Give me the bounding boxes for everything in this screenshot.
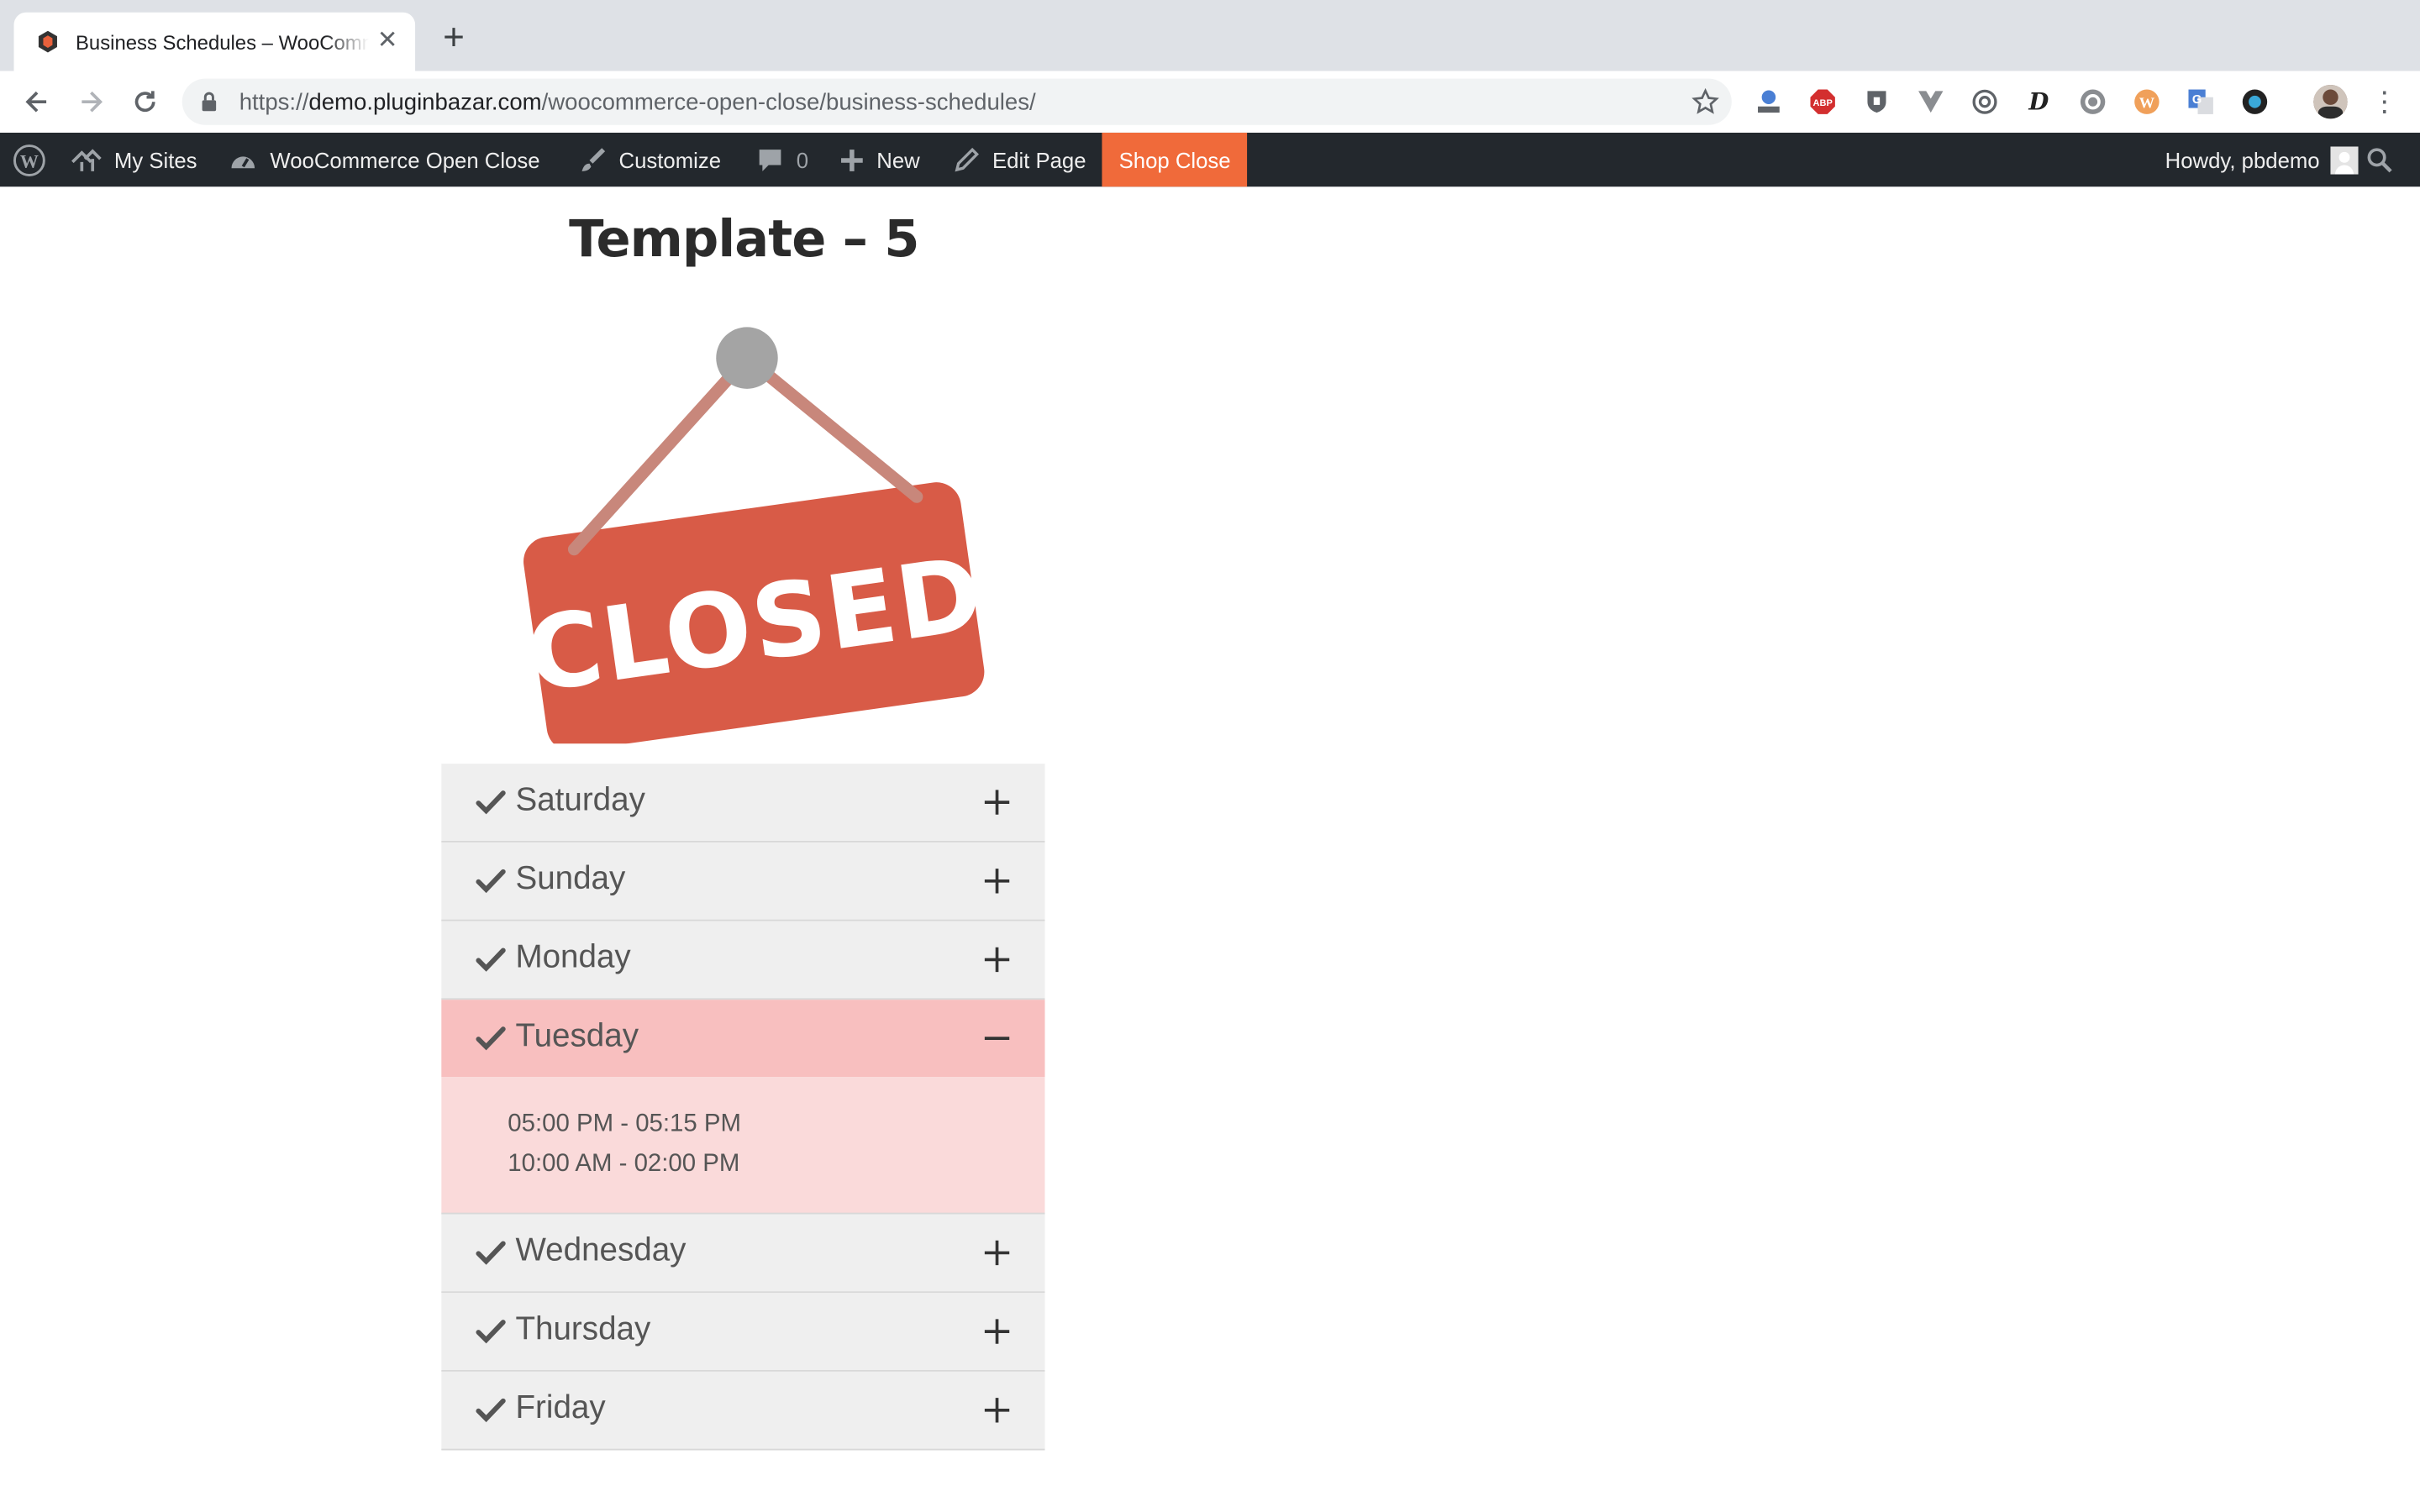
browser-window: Business Schedules – WooCommerce Open Cl… [0,0,2420,1512]
expand-plus-icon[interactable] [983,863,1011,900]
google-translate-icon[interactable]: G [2187,88,2215,116]
time-slot: 10:00 AM - 02:00 PM [508,1151,740,1178]
howdy-label: Howdy, pbdemo [2165,147,2320,172]
time-slot: 05:00 PM - 05:15 PM [508,1110,741,1137]
edit-page-link[interactable]: Edit Page [954,133,1086,186]
shop-close-button[interactable]: Shop Close [1102,132,1248,187]
browser-tab[interactable]: Business Schedules – WooCommerce Open Cl… [13,12,416,71]
day-label: Wednesday [515,1232,687,1268]
browser-toolbar: https://demo.pluginbazar.com/woocommerce… [0,71,2420,133]
day-label: Tuesday [515,1018,639,1054]
checkmark-icon [476,869,506,894]
day-label: Saturday [515,782,645,818]
user-account-menu[interactable]: Howdy, pbdemo [2165,133,2359,186]
my-sites-menu[interactable]: My Sites [71,133,197,186]
svg-text:D: D [2028,88,2049,115]
pencil-icon [955,147,979,172]
day-label: Friday [515,1389,606,1426]
expand-plus-icon[interactable] [983,1313,1011,1350]
extension-download-icon[interactable] [1754,88,1782,116]
profile-avatar[interactable] [2313,85,2348,119]
profile-photo-icon [2313,85,2348,119]
brush-icon [581,147,606,171]
schedule-panel-tuesday: 05:00 PM - 05:15 PM 10:00 AM - 02:00 PM [441,1077,1045,1215]
day-label: Sunday [515,860,626,897]
reload-icon[interactable] [129,87,160,118]
color-picker-icon[interactable] [2241,88,2269,116]
search-icon [2367,148,2392,173]
comments-count: 0 [796,147,809,172]
bookmark-star-icon[interactable] [1691,87,1719,116]
forward-icon[interactable] [76,87,107,118]
browser-menu-icon[interactable]: ⋮ [2370,87,2398,118]
my-sites-icon [71,148,102,171]
day-label: Thursday [515,1311,651,1347]
svg-text:ABP: ABP [1813,98,1833,108]
page-title: Template – 5 [569,207,919,269]
grammarly-icon[interactable] [2079,88,2107,116]
lock-icon [202,92,217,112]
schedule-row-wednesday[interactable]: Wednesday [441,1214,1045,1294]
tab-close-icon[interactable]: ✕ [375,29,399,54]
wordpress-logo-icon: W [13,144,45,176]
expand-plus-icon[interactable] [983,941,1011,978]
url-text: https://demo.pluginbazar.com/woocommerce… [239,89,1036,116]
back-icon[interactable] [22,87,53,118]
new-label: New [876,147,920,172]
customize-link[interactable]: Customize [579,133,721,186]
vue-devtools-icon[interactable] [1917,88,1944,116]
checkmark-icon [476,1241,506,1265]
schedule-row-thursday[interactable]: Thursday [441,1293,1045,1372]
site-favicon-icon [38,30,57,53]
my-sites-label: My Sites [113,147,197,172]
shield-extension-icon[interactable] [1863,88,1891,116]
new-content-menu[interactable]: New [839,133,920,186]
collapse-minus-icon[interactable] [983,1020,1011,1057]
customize-label: Customize [618,147,722,172]
default-avatar-icon [2330,145,2359,174]
checkmark-icon [476,1026,506,1051]
expand-plus-icon[interactable] [983,1392,1011,1429]
schedule-row-monday[interactable]: Monday [441,921,1045,1000]
wordpress-extension-icon[interactable]: W [2133,88,2160,116]
closed-sign-image: CLOSED [519,327,988,744]
day-label: Monday [515,939,631,975]
checkmark-icon [476,1398,506,1423]
plus-icon [841,149,863,171]
schedule-row-sunday[interactable]: Sunday [441,842,1045,921]
wp-logo-button[interactable]: W [13,133,59,186]
address-bar[interactable]: https://demo.pluginbazar.com/woocommerce… [182,78,1732,125]
schedule-row-friday[interactable]: Friday [441,1371,1045,1451]
user-avatar [2330,145,2359,174]
checkmark-icon [476,790,506,815]
wp-admin-bar: W My Sites WooCommerce Open Close Custom… [0,132,2420,187]
dashboard-icon [231,155,255,168]
site-name-label: WooCommerce Open Close [270,147,540,172]
d-extension-icon[interactable]: D [2025,88,2053,116]
svg-text:W: W [20,150,39,171]
at-extension-icon[interactable] [1971,88,1999,116]
adblock-icon[interactable]: ABP [1809,88,1837,116]
comments-link[interactable]: 0 [756,133,808,186]
comment-bubble-icon [759,149,781,171]
expand-plus-icon[interactable] [983,1234,1011,1271]
checkmark-icon [476,948,506,972]
expand-plus-icon[interactable] [983,784,1011,821]
site-name-menu[interactable]: WooCommerce Open Close [229,133,540,186]
schedule-row-saturday[interactable]: Saturday [441,764,1045,843]
sign-hook [716,327,778,389]
svg-text:G: G [2192,93,2202,107]
admin-bar-search[interactable] [2366,133,2405,186]
svg-text:W: W [2139,95,2155,112]
tab-title: Business Schedules – WooCommerce Open Cl… [76,29,369,54]
new-tab-icon[interactable]: + [439,19,470,56]
schedule-row-tuesday[interactable]: Tuesday [441,1000,1045,1078]
tab-strip: Business Schedules – WooCommerce Open Cl… [0,0,2420,71]
edit-page-label: Edit Page [992,147,1086,172]
business-schedule-accordion: Saturday Sunday Monday Tuesday 05:00 PM - 05… [441,764,1045,1451]
checkmark-icon [476,1320,506,1344]
